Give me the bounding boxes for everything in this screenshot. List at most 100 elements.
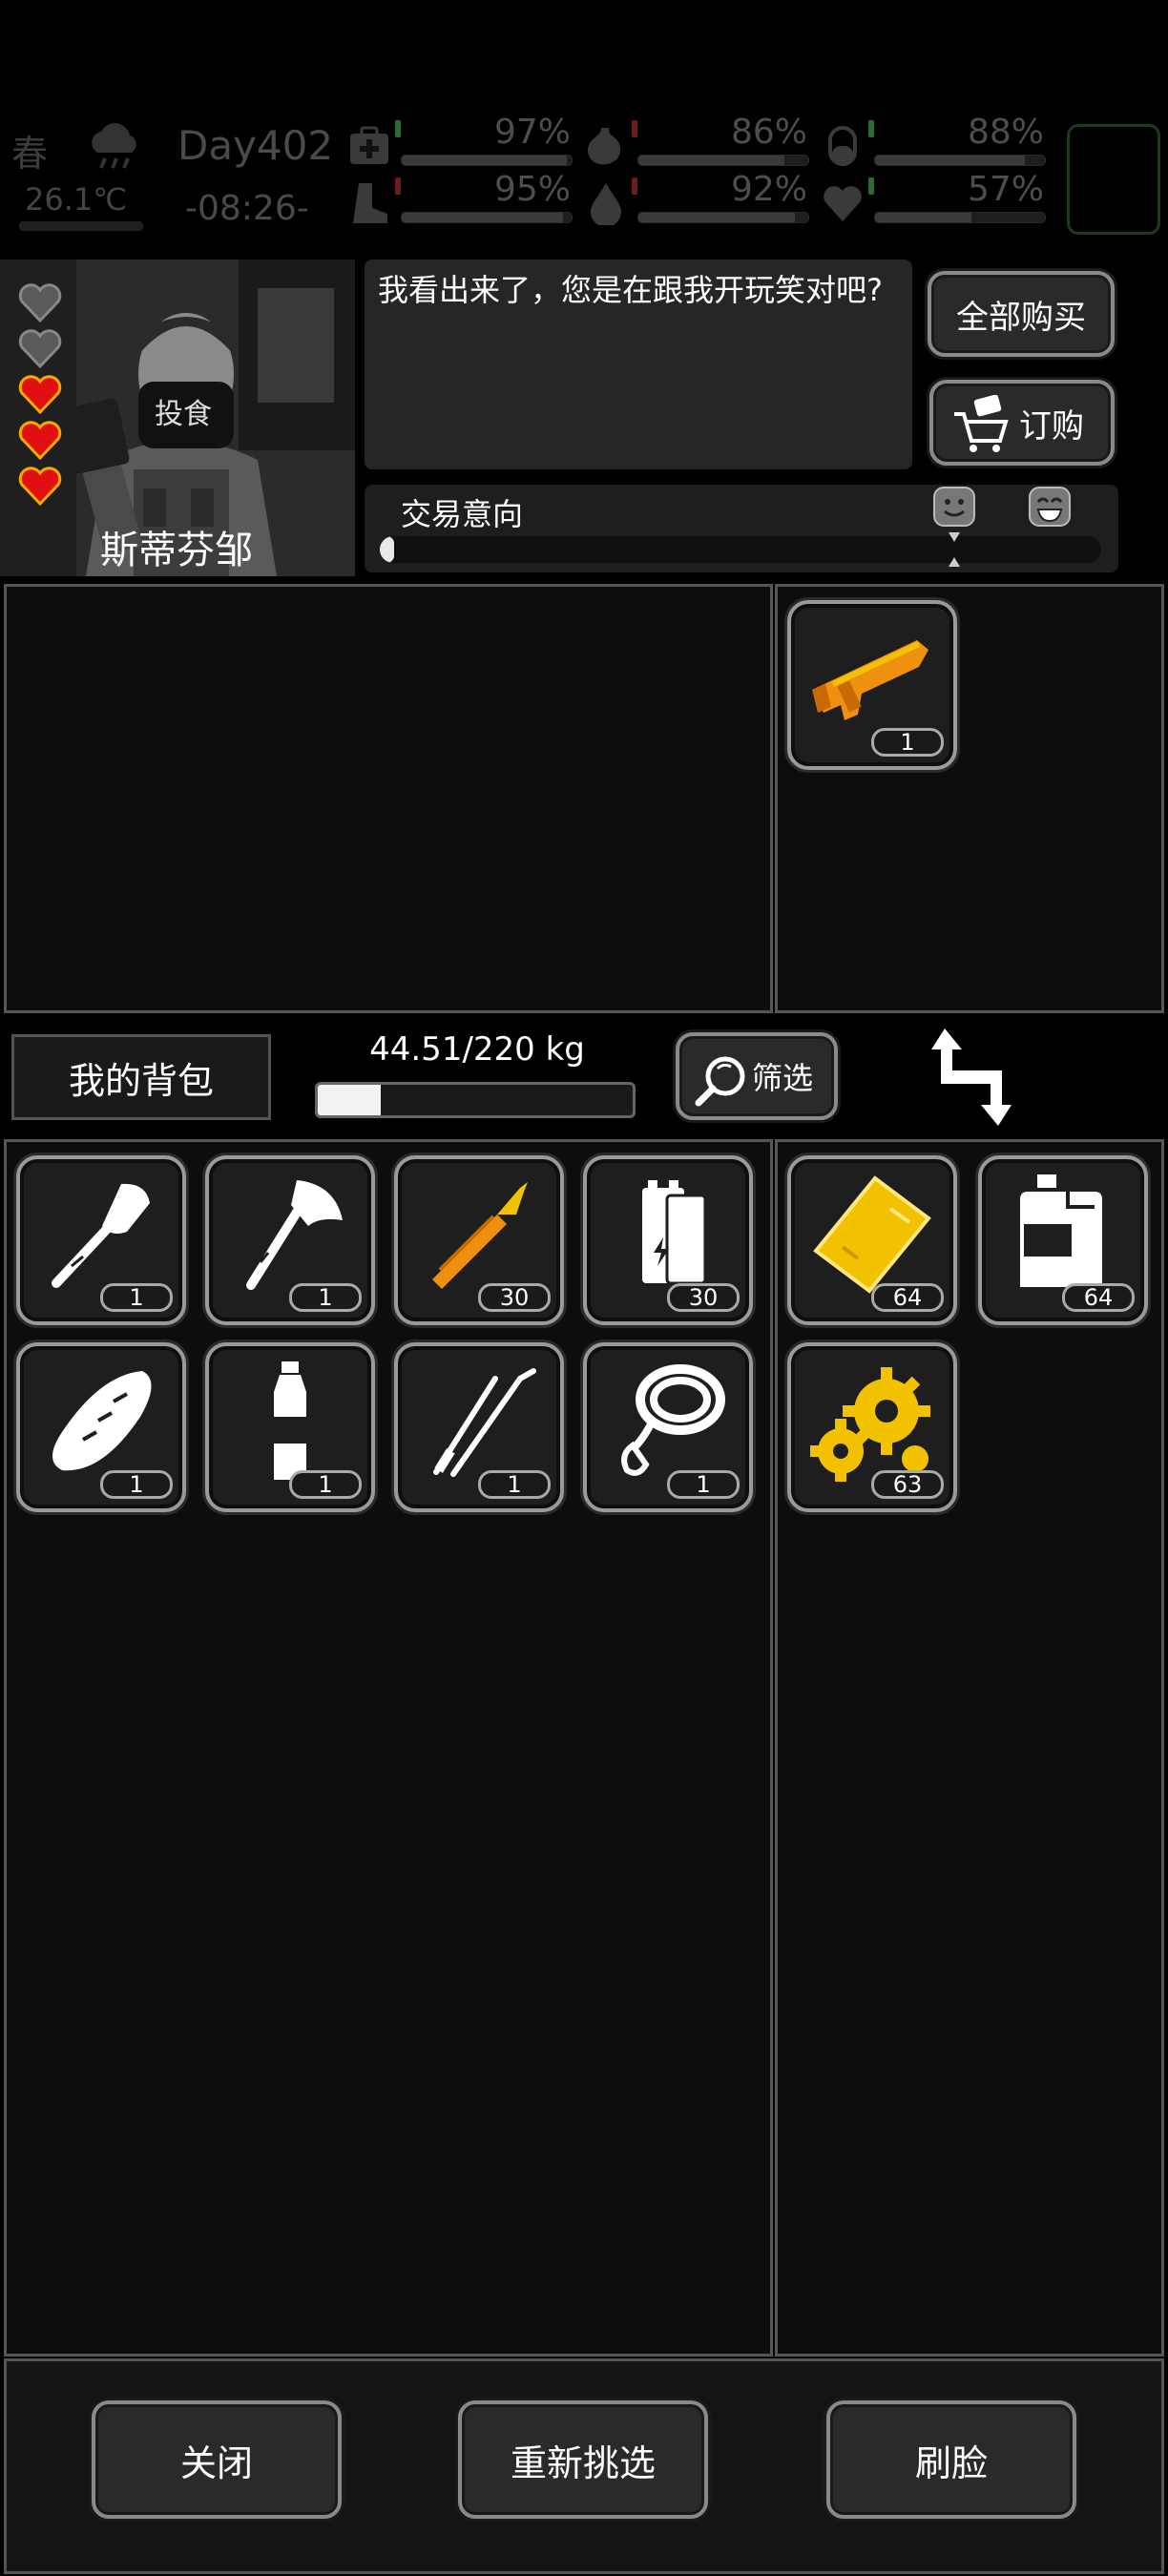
temperature-bar <box>19 221 143 231</box>
filter-button[interactable]: 筛选 <box>676 1032 838 1120</box>
battery-icon <box>642 1180 707 1285</box>
stat-value: 97% <box>493 113 571 152</box>
stat-fill <box>638 213 795 222</box>
stat-fill <box>402 156 567 165</box>
stat-hunger: 86% <box>584 113 813 176</box>
stat-stamina: 95% <box>347 170 576 233</box>
boot-icon <box>353 183 387 223</box>
stat-mood: 57% <box>821 170 1050 233</box>
orange-shotgun-icon <box>812 640 928 720</box>
merchant-stock-area[interactable]: 1 <box>775 584 1164 1013</box>
season-label: 春 <box>11 133 49 175</box>
item-slot-rope[interactable]: 1 <box>583 1342 753 1512</box>
magnifier-icon <box>695 1056 745 1107</box>
order-button[interactable]: 订购 <box>929 380 1115 466</box>
heart-filled-icon <box>18 375 62 415</box>
laugh-face-icon <box>1029 487 1071 527</box>
axe-icon <box>246 1180 343 1290</box>
trade-intent-label: 交易意向 <box>401 496 524 532</box>
item-slot-bread[interactable]: 1 <box>16 1342 186 1512</box>
backpack-area[interactable]: 1 1 30 30 1 1 1 1 <box>4 1139 773 2357</box>
order-label: 订购 <box>1019 406 1084 446</box>
item-count: 64 <box>1062 1283 1135 1312</box>
item-slot-tweezers[interactable]: 1 <box>394 1342 564 1512</box>
heart-filled-icon <box>18 421 62 461</box>
stomach-icon <box>588 128 621 165</box>
item-slot-fuel-can[interactable]: 64 <box>978 1155 1148 1325</box>
item-count: 1 <box>289 1470 362 1499</box>
stat-fill <box>875 213 972 222</box>
shopping-cart-icon <box>954 395 1009 452</box>
item-slot-battery[interactable]: 30 <box>583 1155 753 1325</box>
close-button[interactable]: 关闭 <box>92 2400 342 2519</box>
item-count: 30 <box>478 1283 551 1312</box>
heart-icon <box>824 186 862 221</box>
stat-health: 97% <box>347 113 576 176</box>
item-count: 1 <box>100 1283 173 1312</box>
item-slot-bullet[interactable]: 30 <box>394 1155 564 1325</box>
heart-filled-icon <box>18 467 62 507</box>
bread-icon <box>52 1371 152 1471</box>
item-count: 64 <box>871 1283 944 1312</box>
pill-icon <box>828 126 857 166</box>
affection-hearts <box>17 282 65 511</box>
rope-icon <box>621 1364 725 1476</box>
item-count: 1 <box>871 728 944 757</box>
item-slot-water-bottle[interactable]: 1 <box>205 1342 375 1512</box>
trade-intent-bar <box>380 536 1101 563</box>
filter-label: 筛选 <box>751 1060 813 1096</box>
fuel-can-icon <box>1020 1174 1102 1287</box>
item-slot-gold-plate[interactable]: 64 <box>787 1155 957 1325</box>
item-count: 1 <box>667 1470 740 1499</box>
mask-text: 投食 <box>155 398 212 431</box>
stat-thirst: 92% <box>584 170 813 233</box>
weight-bar <box>315 1082 636 1118</box>
medkit-icon <box>350 126 388 164</box>
clock-readout: -08:26- <box>185 189 309 228</box>
merchant-name: 斯蒂芬邹 <box>100 529 253 572</box>
buy-all-button[interactable]: 全部购买 <box>928 271 1115 357</box>
stat-value: 57% <box>967 170 1044 209</box>
swap-arrows-icon[interactable] <box>926 1025 1017 1130</box>
stat-fill <box>402 213 564 222</box>
smile-face-icon <box>933 487 975 527</box>
item-count: 1 <box>289 1283 362 1312</box>
weight-readout: 44.51/220 kg <box>369 1030 585 1069</box>
my-backpack-title: 我的背包 <box>11 1034 271 1120</box>
stat-fill <box>638 156 785 165</box>
stat-fill <box>875 156 1025 165</box>
item-count: 63 <box>871 1470 944 1499</box>
temperature-readout: 26.1℃ <box>25 181 128 218</box>
water-bottle-icon <box>274 1361 306 1480</box>
shovel-icon <box>52 1183 150 1288</box>
stat-value: 88% <box>967 113 1044 152</box>
day-counter: Day402 <box>177 122 334 169</box>
item-count: 1 <box>478 1470 551 1499</box>
refresh-face-button[interactable]: 刷脸 <box>826 2400 1076 2519</box>
item-count: 1 <box>100 1470 173 1499</box>
weight-fill <box>318 1085 381 1115</box>
gold-plate-icon <box>813 1175 931 1294</box>
backpack-side-area[interactable]: 64 64 63 <box>775 1139 1164 2357</box>
item-slot-gears[interactable]: 63 <box>787 1342 957 1512</box>
stat-value: 92% <box>730 170 807 209</box>
gears-icon <box>810 1367 930 1482</box>
heart-empty-icon <box>18 329 62 369</box>
item-slot-axe[interactable]: 1 <box>205 1155 375 1325</box>
intent-marker-icon <box>949 532 960 567</box>
rain-cloud-icon <box>92 123 136 169</box>
tweezers-icon <box>433 1368 536 1477</box>
stat-medicine: 88% <box>821 113 1050 176</box>
item-slot-shotgun[interactable]: 1 <box>787 600 957 770</box>
trade-offer-area[interactable] <box>4 584 773 1013</box>
bullet-icon <box>432 1182 528 1289</box>
hud-equip-slot[interactable] <box>1067 124 1160 235</box>
item-count: 30 <box>667 1283 740 1312</box>
water-drop-icon <box>591 183 621 225</box>
reroll-button[interactable]: 重新挑选 <box>458 2400 708 2519</box>
item-slot-shovel[interactable]: 1 <box>16 1155 186 1325</box>
heart-empty-icon <box>18 283 62 323</box>
stat-value: 86% <box>730 113 807 152</box>
merchant-dialog: 我看出来了，您是在跟我开玩笑对吧? <box>365 260 912 469</box>
stat-value: 95% <box>493 170 571 209</box>
